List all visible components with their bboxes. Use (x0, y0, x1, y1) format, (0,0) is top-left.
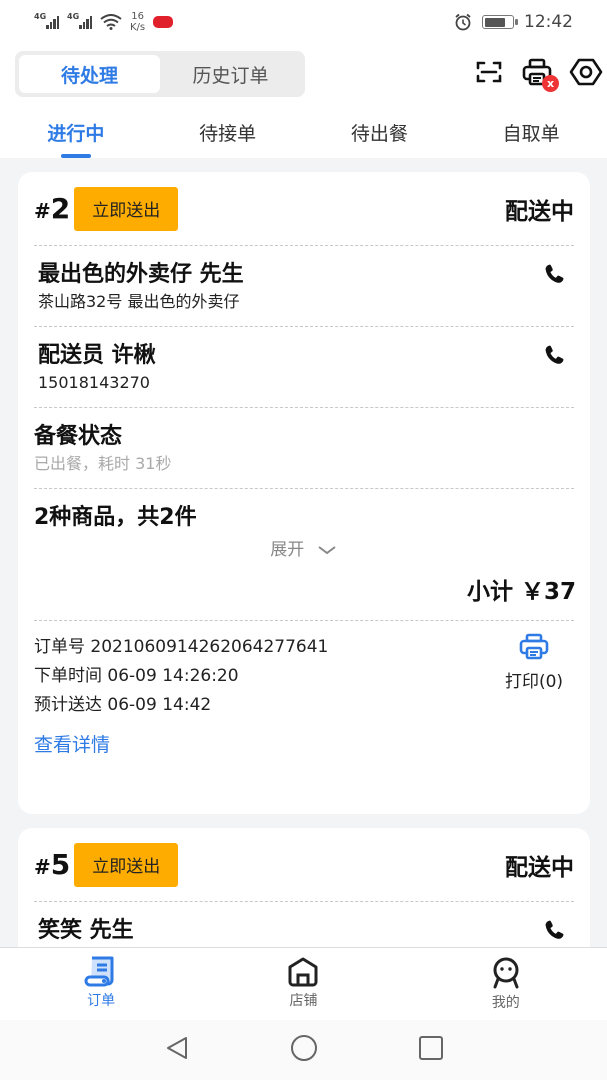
call-rider-icon[interactable] (542, 343, 568, 369)
rider-name: 配送员 许楸 (38, 343, 156, 368)
printer-disconnected-badge: x (542, 75, 559, 92)
segment-pending[interactable]: 待处理 (19, 55, 160, 93)
order-status-tabs: 进行中 待接单 待出餐 自取单 (0, 114, 607, 158)
order-status: 配送中 (505, 854, 574, 881)
alarm-icon (455, 13, 471, 31)
nav-profile[interactable]: 我的 (405, 948, 607, 1020)
system-navigation-bar (0, 1020, 607, 1080)
send-now-button[interactable]: 立即送出 (74, 842, 179, 887)
eye-icon (569, 58, 603, 86)
order-info-section: 订单号 2021060914262064277641 下单时间 06-09 14… (34, 621, 574, 757)
printer-icon (519, 633, 549, 660)
items-section: 2种商品，共2件 展开 小计 ￥37 (34, 489, 576, 621)
order-segment-control: 待处理 历史订单 (15, 51, 305, 97)
order-number: #2 (34, 192, 71, 225)
prep-section: 备餐状态 已出餐，耗时 31秒 (34, 408, 574, 489)
nav-store[interactable]: 店铺 (202, 948, 404, 1020)
order-card: #2 立即送出 配送中 最出色的外卖仔 先生 茶山路32号 最出色的外卖仔 配送… (18, 172, 590, 814)
home-button[interactable] (290, 1034, 318, 1066)
print-button[interactable]: 打印(0) (494, 633, 574, 692)
signal-icon: 4G (67, 12, 92, 29)
print-count: 打印(0) (504, 672, 564, 692)
app-header: 待处理 历史订单 x 进行中 待接单 待出餐 自取单 (0, 44, 607, 158)
rider-phone: 15018143270 (38, 373, 150, 392)
home-circle-icon (290, 1035, 317, 1061)
nav-orders[interactable]: 订单 (0, 948, 202, 1020)
expand-items-button[interactable]: 展开 (34, 535, 574, 560)
tab-in-progress[interactable]: 进行中 (0, 114, 152, 158)
rider-section: 配送员 许楸 15018143270 (34, 327, 574, 408)
prep-title: 备餐状态 (34, 424, 123, 449)
order-id: 订单号 2021060914262064277641 (34, 637, 329, 657)
order-time: 下单时间 06-09 14:26:20 (34, 666, 239, 686)
customer-address: 茶山路32号 最出色的外卖仔 (38, 292, 240, 311)
tab-awaiting-accept[interactable]: 待接单 (152, 114, 304, 158)
battery-icon (482, 15, 518, 29)
network-speed: 16 K/s (130, 11, 146, 33)
order-number: #5 (34, 848, 71, 881)
view-details-link[interactable]: 查看详情 (34, 730, 110, 757)
back-button[interactable] (164, 1035, 190, 1065)
bottom-navigation: 订单 店铺 我的 (0, 947, 607, 1020)
notification-app-icon (153, 16, 174, 28)
customer-section: 最出色的外卖仔 先生 茶山路32号 最出色的外卖仔 (34, 246, 574, 327)
recents-button[interactable] (418, 1035, 444, 1065)
tab-pickup[interactable]: 自取单 (455, 114, 607, 158)
clock: 12:42 (524, 12, 573, 32)
printer-button[interactable]: x (521, 56, 559, 92)
customer-section: 笑笑 先生 (34, 902, 574, 947)
scan-icon (476, 61, 502, 83)
call-customer-icon[interactable] (542, 918, 568, 944)
orders-icon (84, 956, 114, 987)
tab-awaiting-meal[interactable]: 待出餐 (304, 114, 456, 158)
estimated-delivery: 预计送达 06-09 14:42 (34, 695, 212, 715)
order-subtotal: 小计 ￥37 (466, 579, 576, 605)
segment-history[interactable]: 历史订单 (160, 55, 301, 93)
items-summary: 2种商品，共2件 (34, 505, 197, 530)
order-list[interactable]: #2 立即送出 配送中 最出色的外卖仔 先生 茶山路32号 最出色的外卖仔 配送… (0, 158, 607, 947)
customer-name: 笑笑 先生 (38, 918, 134, 943)
battery-level (484, 17, 505, 27)
customer-name: 最出色的外卖仔 先生 (38, 262, 244, 287)
order-card: #5 立即送出 配送中 笑笑 先生 (18, 828, 590, 947)
order-status: 配送中 (505, 198, 574, 225)
scan-button[interactable] (473, 56, 505, 88)
send-now-button[interactable]: 立即送出 (74, 186, 179, 231)
profile-icon (493, 957, 519, 989)
recents-icon (418, 1036, 443, 1060)
view-toggle-button[interactable] (569, 56, 603, 88)
prep-status: 已出餐，耗时 31秒 (34, 454, 172, 473)
chevron-down-icon (318, 546, 336, 555)
back-icon (166, 1037, 187, 1059)
wifi-icon (100, 14, 122, 30)
status-bar: 4G 4G 16 K/s 12:42 (0, 0, 607, 44)
store-icon (288, 957, 318, 987)
call-customer-icon[interactable] (542, 262, 568, 288)
signal-icon: 4G (34, 12, 59, 29)
